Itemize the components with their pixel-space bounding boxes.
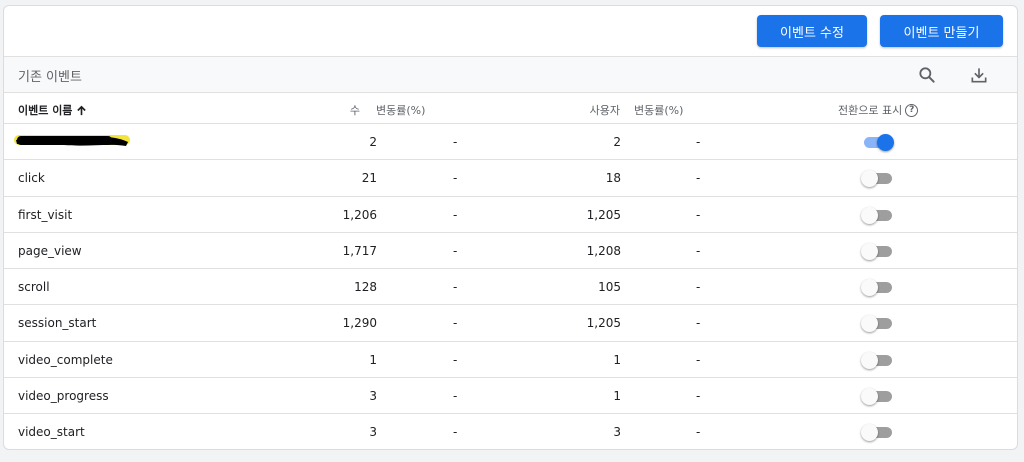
- event-name-cell[interactable]: scroll: [18, 280, 50, 294]
- table-row: video_start 3 - 3 -: [4, 414, 1017, 449]
- section-header: 기존 이벤트: [4, 57, 1017, 93]
- count-cell: 3: [369, 389, 377, 404]
- users-change-cell: -: [696, 207, 701, 222]
- event-name-cell[interactable]: video_complete: [18, 353, 113, 367]
- column-header-event-name-label: 이벤트 이름: [18, 104, 73, 117]
- users-change-cell: -: [696, 352, 701, 367]
- column-header-event-name[interactable]: 이벤트 이름: [18, 102, 87, 118]
- count-cell: 2: [369, 135, 377, 149]
- users-cell: 1,205: [586, 316, 621, 331]
- event-name-cell[interactable]: video_start: [18, 425, 85, 439]
- toggle-knob: [861, 170, 878, 188]
- count-cell: 1: [369, 352, 377, 367]
- conversion-toggle[interactable]: [861, 242, 894, 260]
- users-cell: 1,208: [586, 243, 621, 258]
- users-change-cell: -: [696, 316, 701, 331]
- users-cell: 1,205: [586, 207, 621, 222]
- table-row: video_complete 1 - 1 -: [4, 342, 1017, 379]
- users-change-cell: -: [696, 243, 701, 258]
- events-card: 이벤트 수정 이벤트 만들기 기존 이벤트 이벤트 이름 수 변동률(%) 사용…: [3, 5, 1018, 450]
- conversion-toggle[interactable]: [861, 388, 894, 406]
- table-row: video_progress 3 - 1 -: [4, 378, 1017, 415]
- search-icon[interactable]: [915, 63, 939, 87]
- event-name-cell[interactable]: session_start: [18, 316, 96, 330]
- help-icon[interactable]: ?: [905, 103, 919, 117]
- column-header-conversion-label: 전환으로 표시: [838, 104, 903, 117]
- toolbar: 이벤트 수정 이벤트 만들기: [4, 6, 1017, 57]
- count-change-cell: -: [453, 207, 458, 222]
- toggle-knob: [861, 351, 878, 369]
- table-row: click 21 - 18 -: [4, 160, 1017, 197]
- conversion-toggle[interactable]: [861, 134, 894, 151]
- column-header-users[interactable]: 사용자: [590, 102, 620, 118]
- users-cell: 2: [613, 135, 621, 149]
- count-cell: 128: [354, 280, 377, 295]
- conversion-toggle[interactable]: [861, 424, 894, 442]
- events-table-body: 2-2- click 21-18- first_visit 1,206-1,205- pa…: [4, 124, 1017, 449]
- users-cell: 3: [613, 425, 621, 440]
- count-cell: 1,717: [342, 243, 377, 258]
- column-header-conversion: 전환으로 표시 ?: [838, 102, 919, 118]
- count-change-cell: -: [453, 389, 458, 404]
- table-row: first_visit 1,206 - 1,205 -: [4, 197, 1017, 233]
- table-row: 2 - 2 -: [4, 124, 1017, 161]
- users-change-cell: -: [696, 135, 701, 149]
- users-change-cell: -: [696, 425, 701, 440]
- count-change-cell: -: [453, 316, 458, 331]
- count-change-cell: -: [453, 425, 458, 440]
- count-change-cell: -: [453, 352, 458, 367]
- column-header-users-change[interactable]: 변동률(%): [634, 102, 683, 118]
- conversion-toggle[interactable]: [861, 315, 894, 333]
- arrow-up-icon: [77, 105, 87, 115]
- column-header-count[interactable]: 수: [350, 102, 360, 118]
- users-change-cell: -: [696, 171, 701, 186]
- table-row: page_view 1,717 - 1,208 -: [4, 233, 1017, 270]
- users-change-cell: -: [696, 280, 701, 295]
- toggle-knob: [861, 242, 878, 260]
- column-header-count-change[interactable]: 변동률(%): [376, 102, 425, 118]
- conversion-toggle[interactable]: [861, 170, 894, 188]
- event-name-cell[interactable]: first_visit: [18, 208, 72, 222]
- toggle-knob: [861, 315, 878, 333]
- users-cell: 105: [598, 280, 621, 295]
- toggle-knob: [877, 134, 894, 151]
- conversion-toggle[interactable]: [861, 206, 894, 224]
- users-cell: 1: [613, 352, 621, 367]
- count-cell: 3: [369, 425, 377, 440]
- count-change-cell: -: [453, 171, 458, 186]
- users-cell: 18: [605, 171, 621, 186]
- users-change-cell: -: [696, 389, 701, 404]
- toggle-knob: [861, 279, 878, 297]
- create-event-button[interactable]: 이벤트 만들기: [880, 15, 1003, 47]
- toggle-knob: [861, 206, 878, 224]
- table-row: scroll 128 - 105 -: [4, 269, 1017, 306]
- event-name-cell[interactable]: video_progress: [18, 389, 109, 403]
- column-header-row: 이벤트 이름 수 변동률(%) 사용자 변동률(%) 전환으로 표시 ?: [4, 93, 1017, 124]
- event-name-cell[interactable]: page_view: [18, 244, 82, 258]
- toggle-knob: [861, 424, 878, 442]
- count-change-cell: -: [453, 135, 458, 149]
- count-cell: 1,290: [342, 316, 377, 331]
- count-change-cell: -: [453, 243, 458, 258]
- redacted-event-name-mark: [14, 133, 132, 148]
- conversion-toggle[interactable]: [861, 351, 894, 369]
- count-cell: 1,206: [342, 207, 377, 222]
- edit-events-button[interactable]: 이벤트 수정: [757, 15, 867, 47]
- count-cell: 21: [361, 171, 377, 186]
- toggle-knob: [861, 388, 878, 406]
- event-name-cell[interactable]: click: [18, 171, 45, 185]
- section-title: 기존 이벤트: [18, 70, 82, 85]
- conversion-toggle[interactable]: [861, 279, 894, 297]
- download-icon[interactable]: [967, 63, 991, 87]
- users-cell: 1: [613, 389, 621, 404]
- table-row: session_start 1,290 - 1,205 -: [4, 305, 1017, 342]
- count-change-cell: -: [453, 280, 458, 295]
